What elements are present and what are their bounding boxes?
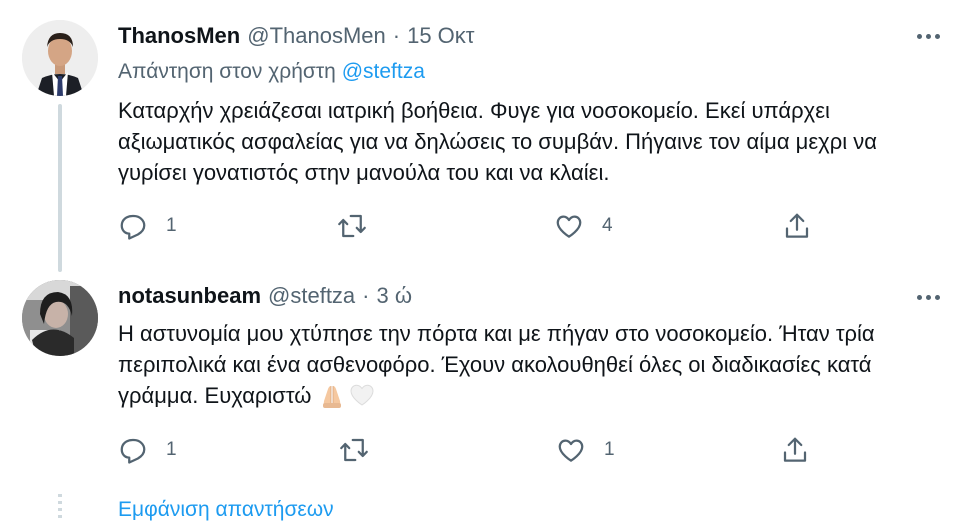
more-icon[interactable] (914, 289, 942, 305)
like-button[interactable]: 1 (556, 432, 615, 468)
retweet-button[interactable] (339, 432, 369, 468)
retweet-button[interactable] (337, 208, 367, 244)
separator-dot: · (362, 283, 370, 308)
user-handle[interactable]: @steftza (268, 283, 355, 309)
folded-hands-emoji (318, 381, 346, 409)
user-handle[interactable]: @ThanosMen (247, 23, 386, 49)
reply-icon (118, 435, 148, 465)
reply-count: 1 (166, 439, 177, 460)
white-heart-emoji (348, 381, 376, 409)
reply-context: Απάντηση στον χρήστη @steftza (118, 60, 425, 84)
timestamp[interactable]: 3 ώ (377, 283, 413, 309)
share-button[interactable] (780, 432, 810, 468)
tweet-header: ThanosMen @ThanosMen · 15 Οκτ (118, 20, 474, 52)
reply-button[interactable]: 1 (118, 208, 177, 244)
tweet-text: Καταρχήν χρειάζεσαι ιατρική βοήθεια. Φυγ… (118, 98, 877, 185)
reply-count: 1 (166, 215, 177, 236)
tweet-text-content: Η αστυνομία μου χτύπησε την πόρτα και με… (118, 321, 875, 408)
retweet-icon (339, 435, 369, 465)
like-icon (556, 435, 586, 465)
timestamp[interactable]: 15 Οκτ (407, 23, 474, 49)
reply-context-label: Απάντηση στον χρήστη (118, 60, 336, 83)
like-icon (554, 211, 584, 241)
reply-icon (118, 211, 148, 241)
like-count: 1 (604, 439, 615, 460)
thread-line (58, 104, 62, 272)
reply-mention-link[interactable]: @steftza (342, 60, 425, 83)
avatar[interactable] (22, 280, 98, 356)
show-replies-link[interactable]: Εμφάνιση απαντήσεων (118, 498, 334, 522)
tweet-actions: 1 4 (118, 208, 818, 244)
reply-button[interactable]: 1 (118, 432, 177, 468)
share-button[interactable] (782, 208, 812, 244)
tweet-actions: 1 1 (118, 432, 818, 468)
more-icon[interactable] (914, 28, 942, 44)
share-icon (780, 435, 810, 465)
like-count: 4 (602, 215, 613, 236)
retweet-icon (337, 211, 367, 241)
like-button[interactable]: 4 (554, 208, 613, 244)
avatar[interactable] (22, 20, 98, 96)
share-icon (782, 211, 812, 241)
separator-dot: · (392, 23, 401, 48)
thread-continuation-dots (58, 494, 62, 519)
display-name[interactable]: ThanosMen (118, 23, 240, 49)
tweet-header: notasunbeam @steftza · 3 ώ (118, 280, 412, 312)
display-name[interactable]: notasunbeam (118, 283, 261, 309)
tweet-text: Η αστυνομία μου χτύπησε την πόρτα και με… (118, 318, 938, 411)
